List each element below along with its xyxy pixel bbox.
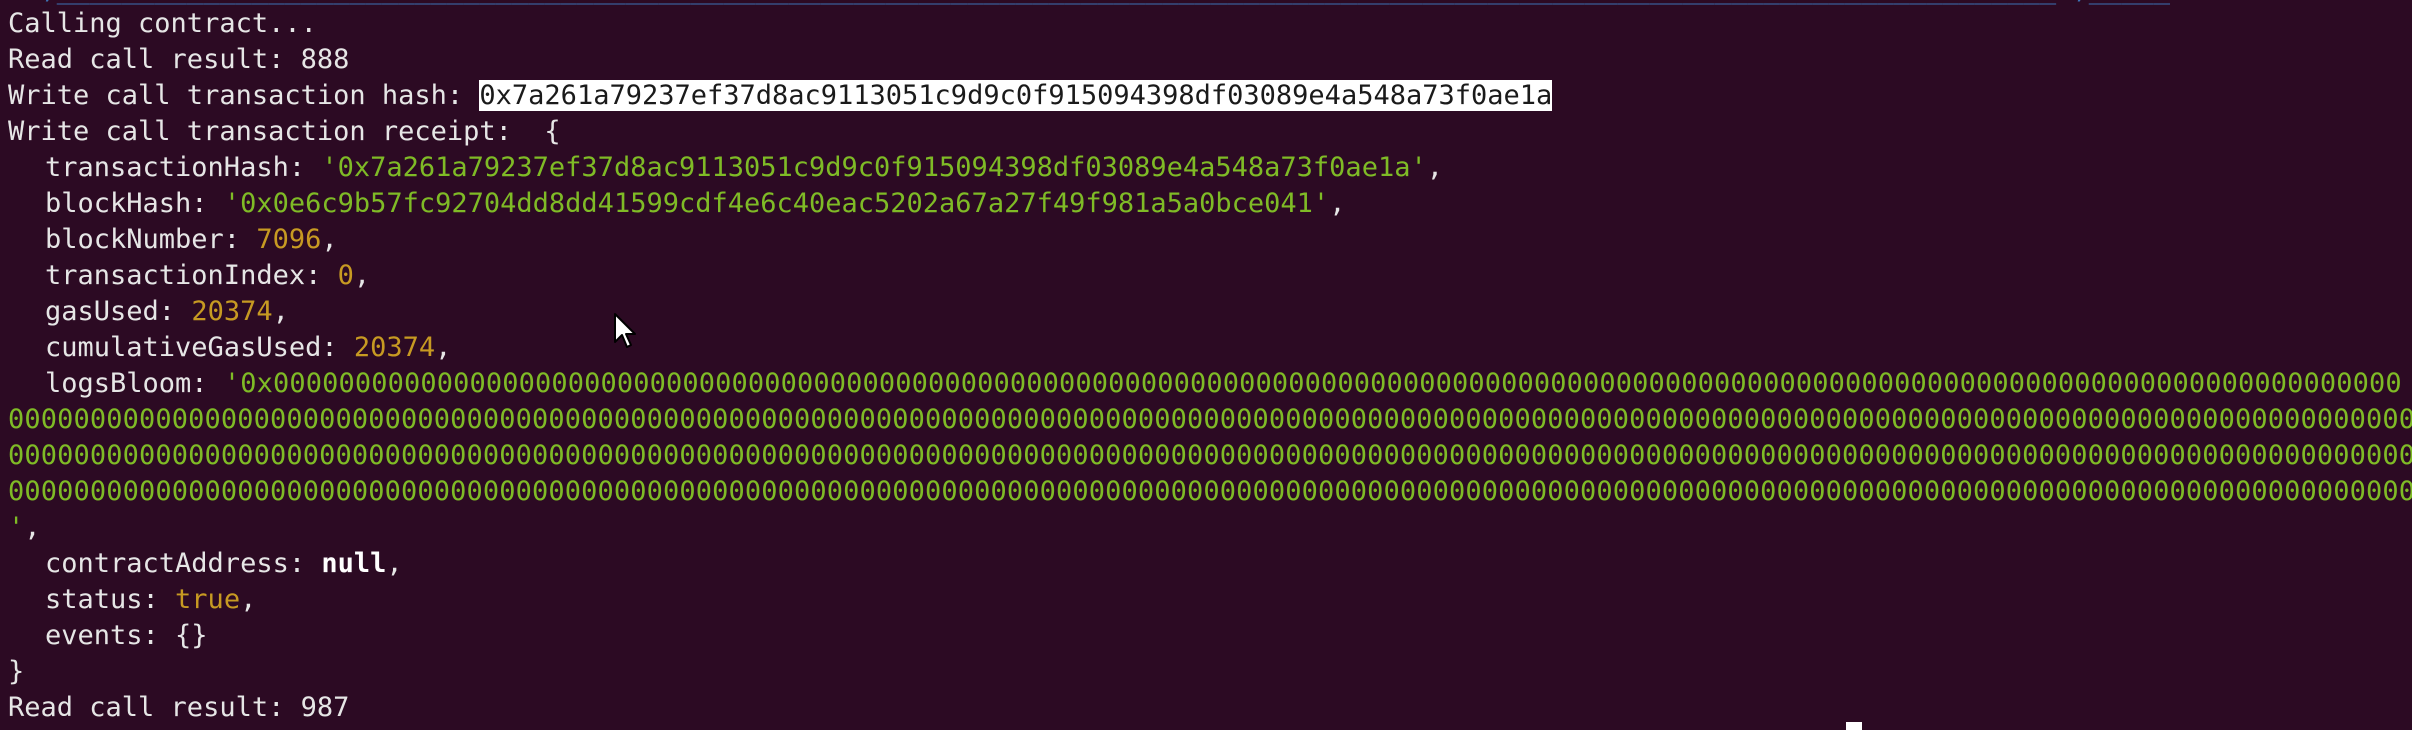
receipt-block-number: blockNumber: 7096,	[45, 224, 338, 255]
receipt-cumulative-gas-used: cumulativeGasUsed: 20374,	[45, 332, 452, 363]
read-result-value-2: 987	[300, 692, 350, 723]
receipt-block-hash: blockHash: '0x0e6c9b57fc92704dd8dd41599c…	[45, 188, 1346, 219]
logs-bloom-continuation: 0000000000000000000000000000000000000000…	[8, 404, 2412, 435]
output-line-receipt-close: }	[8, 656, 25, 687]
output-line-calling: Calling contract...	[8, 8, 317, 39]
terminal-output: Calling contract... Read call result: 88…	[8, 6, 2412, 726]
read-result-value: 888	[300, 44, 350, 75]
receipt-transaction-index: transactionIndex: 0,	[45, 260, 371, 291]
selected-tx-hash[interactable]: 0x7a261a79237ef37d8ac9113051c9d9c0f91509…	[479, 80, 1553, 111]
arrow-pointer-icon	[614, 313, 636, 348]
receipt-status: status: true,	[45, 584, 257, 615]
terminal-window[interactable]: ,_______________________________________…	[0, 0, 2412, 730]
receipt-events: events: {}	[45, 620, 208, 651]
output-line-read-result-2: Read call result: 987	[8, 692, 350, 723]
logs-bloom-continuation: 0000000000000000000000000000000000000000…	[8, 476, 2412, 507]
output-line-tx-hash: Write call transaction hash: 0x7a261a792…	[8, 80, 1553, 111]
output-line-read-result: Read call result: 888	[8, 44, 350, 75]
receipt-contract-address: contractAddress: null,	[45, 548, 403, 579]
text-cursor	[1846, 722, 1862, 730]
output-line-receipt-open: Write call transaction receipt: {	[8, 116, 561, 147]
logs-bloom-end: ',	[8, 512, 41, 543]
receipt-logs-bloom: logsBloom: '0x00000000000000000000000000…	[45, 368, 2402, 399]
receipt-gas-used: gasUsed: 20374,	[45, 296, 289, 327]
logs-bloom-continuation: 0000000000000000000000000000000000000000…	[8, 440, 2412, 471]
receipt-transaction-hash: transactionHash: '0x7a261a79237ef37d8ac9…	[45, 152, 1443, 183]
